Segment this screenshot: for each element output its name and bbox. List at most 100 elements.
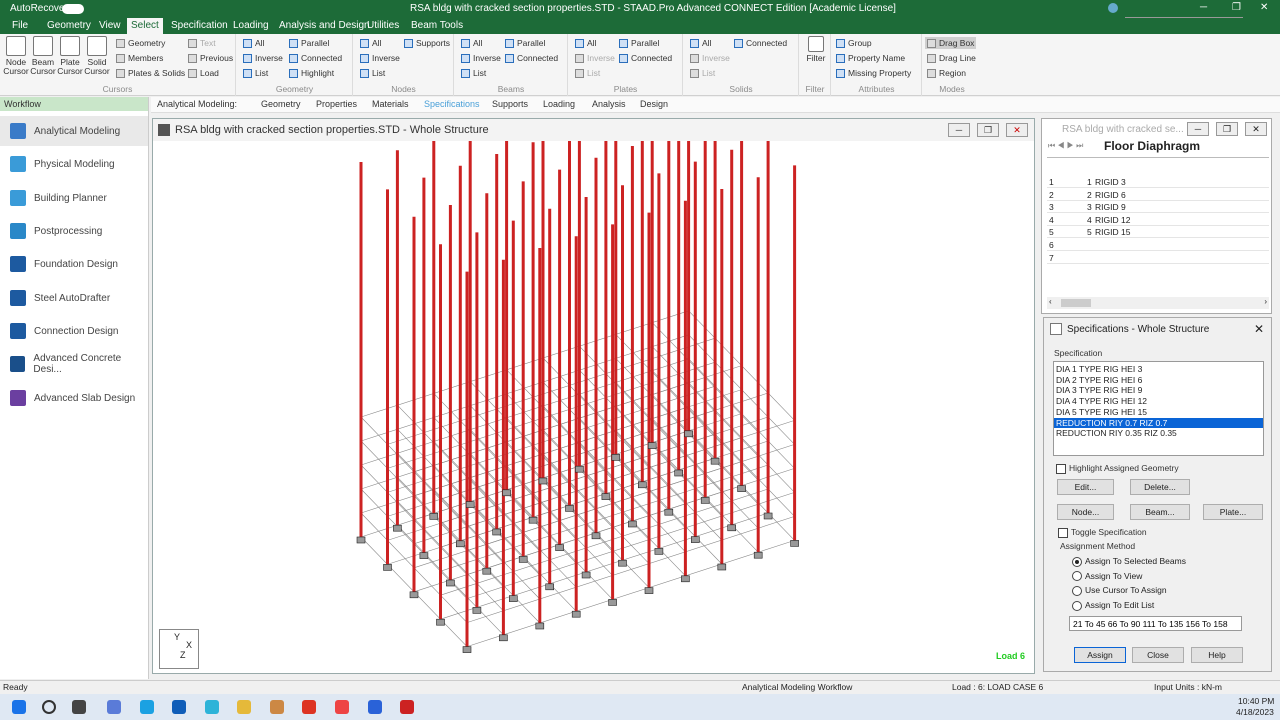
- spec-list-item[interactable]: DIA 4 TYPE RIG HEI 12: [1054, 396, 1263, 406]
- edit-button[interactable]: Edit...: [1057, 479, 1114, 495]
- subtab-supports[interactable]: Supports: [492, 99, 528, 109]
- geometry-cursor-item[interactable]: Geometry: [116, 38, 165, 48]
- solids-all[interactable]: All: [690, 38, 711, 48]
- workflow-connection-design[interactable]: Connection Design: [0, 316, 148, 346]
- workflow-steel-autodrafter[interactable]: Steel AutoDrafter: [0, 283, 148, 313]
- table-restore-button[interactable]: ❐: [1216, 122, 1238, 136]
- table-nav-arrows[interactable]: ⏮ ◀ ▶ ⏭: [1048, 141, 1083, 151]
- staad-icon[interactable]: [400, 700, 414, 714]
- solids-inverse[interactable]: Inverse: [690, 53, 730, 63]
- geometry-list[interactable]: List: [243, 68, 268, 78]
- attr-group[interactable]: Group: [836, 38, 872, 48]
- spec-list-item[interactable]: DIA 5 TYPE RIG HEI 15: [1054, 407, 1263, 417]
- toggle-specification-checkbox[interactable]: Toggle Specification: [1058, 527, 1147, 538]
- app-icon-1[interactable]: [107, 700, 121, 714]
- tab-view[interactable]: View: [95, 18, 125, 34]
- nodes-supports[interactable]: Supports: [404, 38, 450, 48]
- restore-icon[interactable]: ❐: [1232, 2, 1241, 13]
- minimize-icon[interactable]: ─: [1200, 2, 1207, 13]
- beam-button[interactable]: Beam...: [1130, 504, 1190, 520]
- tab-file[interactable]: File: [8, 18, 32, 34]
- app-icon-3[interactable]: [270, 700, 284, 714]
- plates-all[interactable]: All: [575, 38, 596, 48]
- attr-property-name[interactable]: Property Name: [836, 53, 905, 63]
- plates-solids-cursor-item[interactable]: Plates & Solids: [116, 68, 185, 78]
- geometry-connected[interactable]: Connected: [289, 53, 342, 63]
- windows-start-icon[interactable]: [12, 700, 26, 714]
- mode-region[interactable]: Region: [927, 68, 966, 78]
- beams-inverse[interactable]: Inverse: [461, 53, 501, 63]
- table-scrollbar[interactable]: ‹ ›: [1047, 297, 1269, 309]
- table-row[interactable]: 7: [1047, 252, 1269, 264]
- subtab-geometry[interactable]: Geometry: [261, 99, 301, 109]
- load-item[interactable]: Load: [188, 68, 219, 78]
- delete-button[interactable]: Delete...: [1130, 479, 1190, 495]
- table-row[interactable]: 1 1 RIGID 3: [1047, 176, 1269, 188]
- tab-utilities[interactable]: Utilities: [363, 18, 403, 34]
- beams-connected[interactable]: Connected: [505, 53, 558, 63]
- subtab-analysis[interactable]: Analysis: [592, 99, 626, 109]
- tab-loading[interactable]: Loading: [229, 18, 273, 34]
- dialog-close-icon[interactable]: ✕: [1254, 322, 1264, 336]
- tab-geometry[interactable]: Geometry: [43, 18, 95, 34]
- nodes-all[interactable]: All: [360, 38, 381, 48]
- table-row[interactable]: 4 4 RIGID 12: [1047, 214, 1269, 226]
- solid-cursor-button[interactable]: Solid Cursor: [83, 36, 111, 76]
- outlook-icon[interactable]: [172, 700, 186, 714]
- workflow-analytical-modeling[interactable]: Analytical Modeling: [0, 116, 148, 146]
- workflow-advanced-concrete-design[interactable]: Advanced Concrete Desi...: [0, 349, 148, 379]
- spec-list-item[interactable]: REDUCTION RIY 0.7 RIZ 0.7: [1054, 417, 1263, 428]
- table-minimize-button[interactable]: ─: [1187, 122, 1209, 136]
- plates-list[interactable]: List: [575, 68, 600, 78]
- solids-list[interactable]: List: [690, 68, 715, 78]
- node-cursor-button[interactable]: Node Cursor: [2, 36, 30, 76]
- nodes-list[interactable]: List: [360, 68, 385, 78]
- tab-floor-diaphragm[interactable]: Floor Diaphragm: [1104, 139, 1200, 153]
- geometry-highlight[interactable]: Highlight: [289, 68, 334, 78]
- beams-list[interactable]: List: [461, 68, 486, 78]
- spec-list-item[interactable]: DIA 1 TYPE RIG HEI 3: [1054, 364, 1263, 374]
- chrome-icon[interactable]: [335, 700, 349, 714]
- help-button[interactable]: Help: [1191, 647, 1243, 663]
- subtab-loading[interactable]: Loading: [543, 99, 575, 109]
- structure-canvas[interactable]: [153, 141, 1034, 673]
- subtab-materials[interactable]: Materials: [372, 99, 409, 109]
- app-icon-2[interactable]: [205, 700, 219, 714]
- edge-icon[interactable]: [140, 700, 154, 714]
- file-explorer-icon[interactable]: [237, 700, 251, 714]
- mode-drag-box[interactable]: Drag Box: [925, 37, 977, 49]
- tab-specification[interactable]: Specification: [167, 18, 232, 34]
- tab-select[interactable]: Select: [127, 18, 163, 34]
- plates-parallel[interactable]: Parallel: [619, 38, 659, 48]
- text-cursor-item[interactable]: Text: [188, 38, 216, 48]
- zoom-icon[interactable]: [368, 700, 382, 714]
- assign-button[interactable]: Assign: [1074, 647, 1126, 663]
- filter-button[interactable]: Filter: [802, 36, 830, 63]
- beams-all[interactable]: All: [461, 38, 482, 48]
- autorecovery-toggle[interactable]: [62, 4, 84, 14]
- close-button[interactable]: Close: [1132, 647, 1184, 663]
- close-icon[interactable]: ✕: [1260, 2, 1268, 13]
- previous-item[interactable]: Previous: [188, 53, 233, 63]
- highlight-assigned-checkbox[interactable]: Highlight Assigned Geometry: [1056, 463, 1179, 474]
- plate-cursor-button[interactable]: Plate Cursor: [56, 36, 84, 76]
- subtab-specifications[interactable]: Specifications: [424, 99, 480, 109]
- view-restore-button[interactable]: ❐: [977, 123, 999, 137]
- table-row[interactable]: 6: [1047, 239, 1269, 251]
- tab-beam-tools[interactable]: Beam Tools: [407, 18, 467, 34]
- assignment-method-option[interactable]: Assign To View: [1072, 571, 1142, 582]
- tab-analysis-design[interactable]: Analysis and Design: [275, 18, 374, 34]
- nodes-inverse[interactable]: Inverse: [360, 53, 400, 63]
- table-close-button[interactable]: ✕: [1245, 122, 1267, 136]
- structure-view-window[interactable]: RSA bldg with cracked section properties…: [152, 118, 1035, 674]
- mode-drag-line[interactable]: Drag Line: [927, 53, 976, 63]
- assignment-method-option[interactable]: Assign To Edit List: [1072, 600, 1154, 611]
- workflow-physical-modeling[interactable]: Physical Modeling: [0, 149, 148, 179]
- specification-list[interactable]: DIA 1 TYPE RIG HEI 3 DIA 2 TYPE RIG HEI 6…: [1053, 361, 1264, 456]
- geometry-inverse[interactable]: Inverse: [243, 53, 283, 63]
- edit-list-input[interactable]: [1069, 616, 1242, 631]
- workflow-postprocessing[interactable]: Postprocessing: [0, 216, 148, 246]
- search-icon[interactable]: [42, 700, 56, 714]
- assignment-method-option[interactable]: Use Cursor To Assign: [1072, 585, 1167, 596]
- assignment-method-option[interactable]: Assign To Selected Beams: [1072, 556, 1186, 567]
